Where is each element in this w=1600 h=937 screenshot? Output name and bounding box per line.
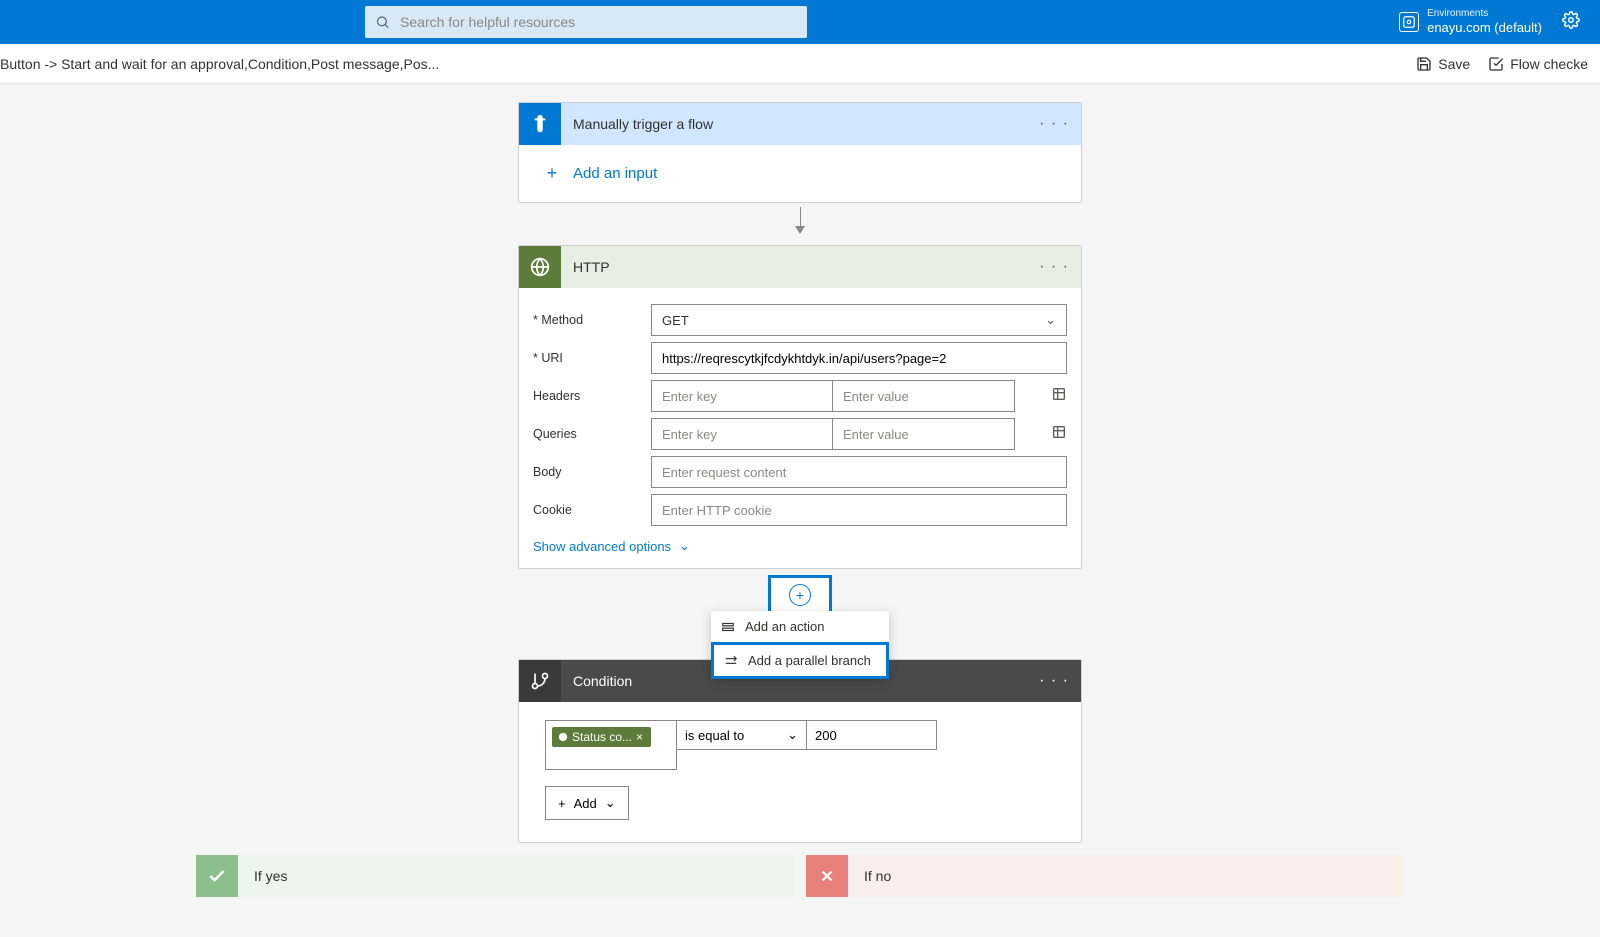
plus-icon: + [558, 796, 566, 811]
uri-input[interactable] [651, 342, 1067, 374]
query-key-input[interactable] [651, 418, 833, 450]
condition-card[interactable]: Condition · · · Status co... × is equal … [518, 659, 1082, 843]
queries-edit-icon[interactable] [1051, 424, 1067, 445]
flow-checker-button[interactable]: Flow checke [1488, 56, 1588, 72]
header-key-input[interactable] [651, 380, 833, 412]
condition-menu[interactable]: · · · [1039, 672, 1069, 690]
show-advanced-label: Show advanced options [533, 539, 671, 554]
environment-label: Environments [1427, 8, 1542, 20]
method-label: Method [533, 313, 651, 327]
checker-icon [1488, 56, 1504, 72]
http-card[interactable]: HTTP · · · Method GET ⌄ URI Headers [518, 245, 1082, 569]
show-advanced-link[interactable]: Show advanced options ⌄ [533, 538, 1067, 554]
operator-select[interactable]: is equal to ⌄ [677, 720, 807, 750]
environment-picker[interactable]: Environments enayu.com (default) [1399, 8, 1542, 36]
uri-field[interactable] [662, 351, 1056, 366]
headers-label: Headers [533, 389, 651, 403]
http-menu[interactable]: · · · [1039, 258, 1069, 276]
body-label: Body [533, 465, 651, 479]
http-title: HTTP [573, 259, 1039, 275]
chevron-down-icon: ⌄ [787, 727, 798, 743]
trigger-header[interactable]: Manually trigger a flow · · · [519, 103, 1081, 145]
operator-value: is equal to [685, 728, 744, 743]
body-input[interactable] [651, 456, 1067, 488]
remove-token-icon[interactable]: × [636, 730, 643, 744]
add-parallel-branch-option[interactable]: Add a parallel branch [711, 642, 889, 679]
search-box[interactable] [365, 6, 807, 38]
chevron-down-icon: ⌄ [605, 795, 616, 811]
method-value: GET [662, 313, 689, 328]
chevron-down-icon: ⌄ [679, 538, 690, 554]
action-icon [721, 620, 735, 634]
plus-circle-icon: + [789, 584, 811, 606]
condition-left-operand[interactable]: Status co... × [545, 720, 677, 770]
condition-icon [519, 660, 561, 702]
if-yes-branch[interactable]: If yes [196, 855, 794, 897]
add-input-label: Add an input [573, 165, 657, 182]
arrow-connector [800, 207, 801, 233]
condition-value: 200 [815, 728, 837, 743]
trigger-menu[interactable]: · · · [1039, 115, 1069, 133]
http-header[interactable]: HTTP · · · [519, 246, 1081, 288]
top-bar: Environments enayu.com (default) [0, 0, 1600, 44]
trigger-icon [519, 103, 561, 145]
flow-checker-label: Flow checke [1510, 56, 1588, 72]
close-icon [806, 855, 848, 897]
cookie-input[interactable] [651, 494, 1067, 526]
add-parallel-label: Add a parallel branch [748, 653, 871, 668]
settings-button[interactable] [1562, 11, 1580, 34]
environment-icon [1399, 12, 1419, 32]
if-yes-label: If yes [254, 868, 287, 884]
token-label: Status co... [572, 730, 632, 744]
add-step-button[interactable]: + [768, 575, 832, 615]
uri-label: URI [533, 351, 651, 365]
add-action-label: Add an action [745, 619, 825, 634]
http-icon [519, 246, 561, 288]
save-button[interactable]: Save [1416, 56, 1470, 72]
if-no-branch[interactable]: If no [806, 855, 1404, 897]
parallel-icon [724, 654, 738, 668]
add-condition-button[interactable]: + Add ⌄ [545, 786, 629, 820]
headers-edit-icon[interactable] [1051, 386, 1067, 407]
status-code-token[interactable]: Status co... × [552, 727, 651, 747]
plus-icon: + [543, 163, 561, 184]
condition-value-input[interactable]: 200 [807, 720, 937, 750]
add-action-option[interactable]: Add an action [711, 611, 889, 642]
save-label: Save [1438, 56, 1470, 72]
search-input[interactable] [400, 14, 797, 30]
trigger-card[interactable]: Manually trigger a flow · · · + Add an i… [518, 102, 1082, 203]
condition-row: Status co... × is equal to ⌄ 200 [545, 720, 1055, 770]
flow-canvas: Manually trigger a flow · · · + Add an i… [0, 84, 1600, 937]
query-value-input[interactable] [833, 418, 1015, 450]
search-icon [375, 14, 390, 30]
add-condition-label: Add [574, 796, 597, 811]
add-input-button[interactable]: + Add an input [543, 163, 1063, 184]
method-select[interactable]: GET ⌄ [651, 304, 1067, 336]
add-step-area: + Add an action Add a parallel branch [768, 569, 832, 619]
gear-icon [1562, 11, 1580, 29]
environment-name: enayu.com (default) [1427, 20, 1542, 36]
trigger-title: Manually trigger a flow [573, 116, 1039, 132]
toolbar: Button -> Start and wait for an approval… [0, 44, 1600, 84]
token-icon [558, 732, 568, 742]
flow-title: Button -> Start and wait for an approval… [0, 56, 439, 72]
header-value-input[interactable] [833, 380, 1015, 412]
cookie-label: Cookie [533, 503, 651, 517]
chevron-down-icon: ⌄ [1045, 312, 1056, 328]
condition-branches: If yes If no [0, 855, 1600, 897]
save-icon [1416, 56, 1432, 72]
queries-label: Queries [533, 427, 651, 441]
if-no-label: If no [864, 868, 891, 884]
check-icon [196, 855, 238, 897]
add-step-popup: Add an action Add a parallel branch [711, 611, 889, 679]
